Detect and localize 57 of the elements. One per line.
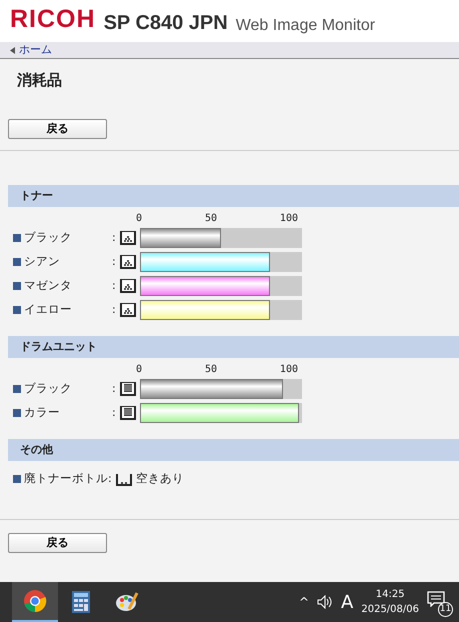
back-arrow-icon: [10, 46, 15, 54]
taskbar-app[interactable]: [12, 582, 58, 622]
item-label: シアン: [24, 253, 61, 270]
separator: :: [112, 404, 117, 421]
tray-caret[interactable]: ^: [298, 593, 310, 611]
model-name: SP C840 JPN: [104, 11, 228, 36]
bullet-icon: [13, 475, 21, 483]
clock-time[interactable]: 14:25: [361, 587, 419, 602]
page-title: 消耗品: [16, 70, 63, 91]
bin-icon: [116, 472, 132, 486]
drum-icon: [120, 382, 136, 396]
toner-icon: [120, 278, 136, 294]
separator: :: [112, 254, 117, 270]
item-label: 廃トナーボトル: [24, 470, 108, 488]
item-label: マゼンタ: [24, 277, 73, 294]
volume-icon: [317, 595, 334, 609]
notification-button[interactable]: 11: [427, 589, 451, 615]
scale-label: 0: [136, 212, 142, 226]
drum-icon: [120, 406, 136, 420]
separator: :: [112, 230, 117, 246]
bullet-icon: [13, 306, 21, 314]
item-label: ブラック: [24, 229, 73, 246]
scale-label: 100: [280, 212, 298, 226]
separator: :: [108, 470, 113, 487]
status-text: 空きあり: [136, 470, 184, 488]
section-header: ドラムユニット: [8, 336, 459, 358]
scale-label: 50: [204, 212, 217, 226]
product-name: Web Image Monitor: [236, 16, 376, 36]
toner-icon: [120, 230, 136, 246]
back-button[interactable]: 戻る: [8, 533, 107, 553]
notification-badge: 11: [438, 602, 453, 617]
scale-label: 0: [136, 363, 142, 377]
toner-icon: [120, 254, 136, 270]
ime-indicator[interactable]: A: [341, 588, 354, 616]
bullet-icon: [13, 409, 21, 417]
brand-logo: RICOH: [10, 4, 96, 34]
section-header: その他: [8, 439, 459, 461]
item-label: イエロー: [24, 301, 73, 318]
bullet-icon: [13, 234, 21, 242]
home-link[interactable]: ホーム: [19, 42, 52, 58]
separator: :: [112, 302, 117, 318]
bullet-icon: [13, 385, 21, 393]
back-button[interactable]: 戻る: [8, 119, 107, 139]
toner-icon: [120, 302, 136, 318]
scale-label: 50: [204, 363, 217, 377]
section-header: トナー: [8, 185, 459, 207]
clock-date[interactable]: 2025/08/06: [361, 602, 419, 617]
palette-icon: [115, 590, 139, 614]
separator: :: [112, 278, 117, 294]
browser-icon: [23, 589, 47, 613]
item-label: ブラック: [24, 380, 73, 398]
item-label: カラー: [24, 404, 61, 422]
bullet-icon: [13, 282, 21, 290]
scale-label: 100: [280, 363, 298, 377]
calculator-icon: [69, 590, 93, 614]
separator: :: [112, 380, 117, 397]
bullet-icon: [13, 258, 21, 266]
